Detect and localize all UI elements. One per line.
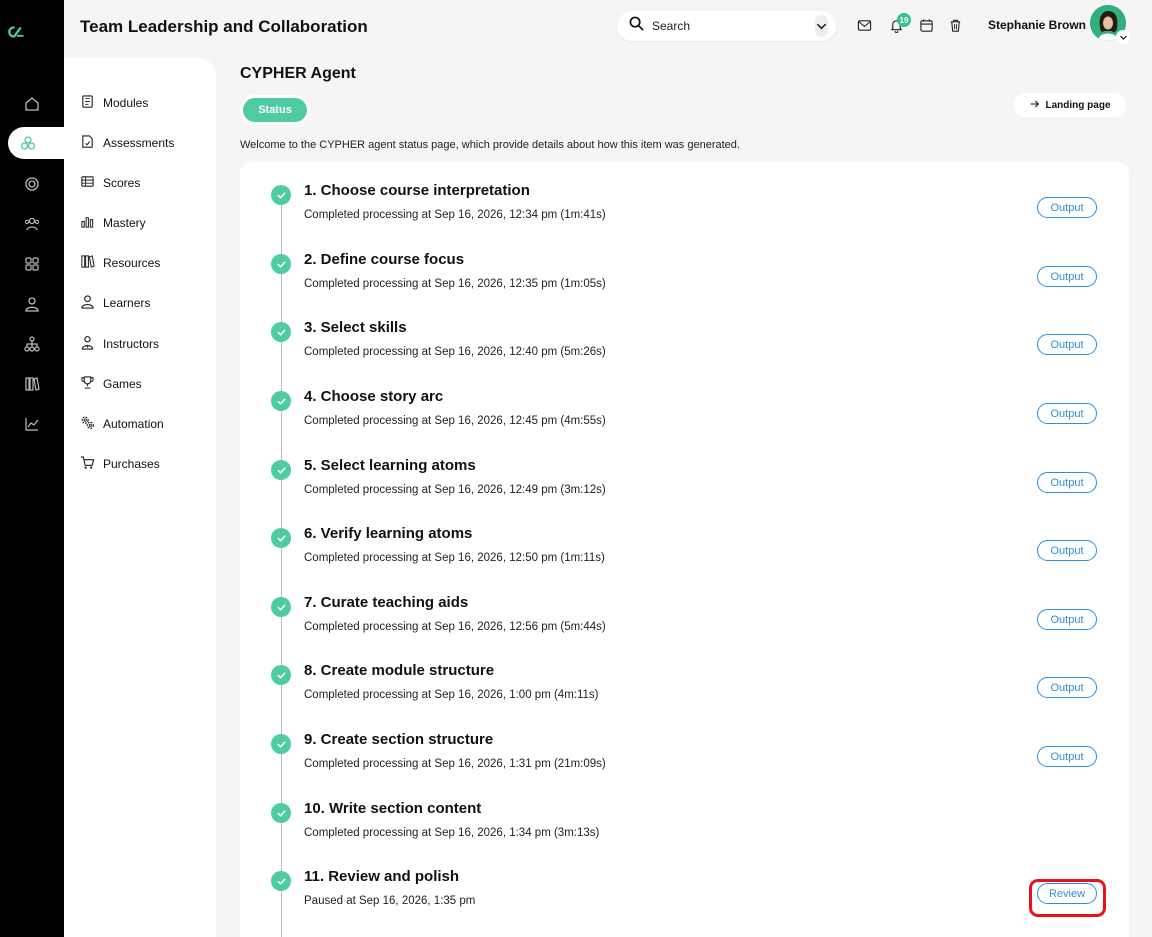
step-detail: Completed processing at Sep 16, 2026, 1:… — [304, 758, 606, 770]
step-detail: Completed processing at Sep 16, 2026, 12… — [304, 484, 606, 496]
step-title: 1. Choose course interpretation — [304, 182, 530, 199]
user-menu-chevron-icon[interactable] — [1116, 30, 1130, 44]
step-title: 2. Define course focus — [304, 251, 465, 268]
check-circle-icon — [271, 597, 291, 617]
review-highlight — [1029, 879, 1106, 917]
check-circle-icon — [271, 734, 291, 754]
app-title: Team Leadership and Collaboration — [80, 17, 368, 36]
trash-icon[interactable] — [946, 16, 964, 34]
check-circle-icon — [271, 391, 291, 411]
step-row: 6. Verify learning atoms Completed proces… — [0, 525, 1152, 592]
sidebar-item-label: Assessments — [103, 136, 175, 150]
output-button[interactable]: Output — [1037, 334, 1097, 355]
check-circle-icon — [271, 460, 291, 480]
check-circle-icon — [271, 322, 291, 342]
output-button[interactable]: Output — [1037, 677, 1097, 698]
sidebar-item-modules[interactable]: Modules — [80, 91, 148, 115]
step-title: 4. Choose story arc — [304, 388, 444, 405]
output-button[interactable]: Output — [1037, 472, 1097, 493]
tab-status[interactable]: Status — [240, 95, 310, 125]
step-row: 7. Curate teaching aids Completed process… — [0, 594, 1152, 661]
output-button[interactable]: Output — [1037, 540, 1097, 561]
user-name[interactable]: Stephanie Brown — [988, 18, 1086, 32]
step-title: 10. Write section content — [304, 800, 482, 817]
arrow-right-icon — [1030, 99, 1040, 112]
step-row: 8. Create module structure Completed proc… — [0, 662, 1152, 729]
step-title: 11. Review and polish — [304, 868, 460, 885]
sidebar-item-assessments[interactable]: Assessments — [80, 131, 174, 155]
landing-page-label: Landing page — [1045, 99, 1111, 111]
step-title: 8. Create module structure — [304, 662, 495, 679]
step-detail: Completed processing at Sep 16, 2026, 12… — [304, 415, 606, 427]
search-bar[interactable] — [617, 11, 836, 41]
book-icon — [80, 94, 95, 112]
step-row: 2. Define course focus Completed processi… — [0, 251, 1152, 318]
chevron-down-icon[interactable] — [815, 15, 828, 37]
step-row: 11. Review and polish Paused at Sep 16, 2… — [0, 868, 1152, 935]
check-circle-icon — [271, 665, 291, 685]
search-icon — [629, 16, 644, 36]
check-circle-icon — [271, 871, 291, 891]
document-icon — [80, 134, 95, 152]
search-input[interactable] — [652, 19, 807, 33]
output-button[interactable]: Output — [1037, 266, 1097, 287]
check-circle-icon — [271, 254, 291, 274]
step-detail: Paused at Sep 16, 2026, 1:35 pm — [304, 895, 476, 907]
step-detail: Completed processing at Sep 16, 2026, 1:… — [304, 827, 600, 839]
logo-icon[interactable] — [8, 24, 58, 64]
step-row: 3. Select skills Completed processing at … — [0, 319, 1152, 386]
sidebar-item-label: Modules — [103, 96, 149, 110]
step-detail: Completed processing at Sep 16, 2026, 12… — [304, 209, 606, 221]
welcome-text: Welcome to the CYPHER agent status page,… — [240, 139, 740, 151]
step-detail: Completed processing at Sep 16, 2026, 12… — [304, 278, 606, 290]
output-button[interactable]: Output — [1037, 746, 1097, 767]
step-detail: Completed processing at Sep 16, 2026, 1:… — [304, 689, 599, 701]
output-button[interactable]: Output — [1037, 197, 1097, 218]
step-title: 9. Create section structure — [304, 731, 494, 748]
rail-modules-icon[interactable] — [8, 127, 64, 159]
notification-badge: 19 — [897, 13, 911, 27]
step-title: 6. Verify learning atoms — [304, 525, 473, 542]
step-detail: Completed processing at Sep 16, 2026, 12… — [304, 621, 606, 633]
check-circle-icon — [271, 528, 291, 548]
tab-status-label: Status — [243, 98, 307, 122]
step-title: 3. Select skills — [304, 319, 407, 336]
step-row: 1. Choose course interpretation Completed… — [0, 182, 1152, 249]
step-detail: Completed processing at Sep 16, 2026, 12… — [304, 346, 606, 358]
calendar-icon[interactable] — [917, 16, 935, 34]
step-title: 7. Curate teaching aids — [304, 594, 469, 611]
step-row: 9. Create section structure Completed pro… — [0, 731, 1152, 798]
step-row: 5. Select learning atoms Completed proces… — [0, 457, 1152, 524]
check-circle-icon — [271, 185, 291, 205]
landing-page-button[interactable]: Landing page — [1014, 93, 1126, 117]
step-detail: Completed processing at Sep 16, 2026, 12… — [304, 552, 605, 564]
mail-icon[interactable] — [855, 16, 873, 34]
page-title: CYPHER Agent — [240, 65, 356, 82]
output-button[interactable]: Output — [1037, 609, 1097, 630]
output-button[interactable]: Output — [1037, 403, 1097, 424]
step-title: 5. Select learning atoms — [304, 457, 476, 474]
rail-home-icon[interactable] — [22, 94, 42, 114]
check-circle-icon — [271, 803, 291, 823]
step-row: 4. Choose story arc Completed processing … — [0, 388, 1152, 455]
step-row: 10. Write section content Completed proce… — [0, 800, 1152, 867]
